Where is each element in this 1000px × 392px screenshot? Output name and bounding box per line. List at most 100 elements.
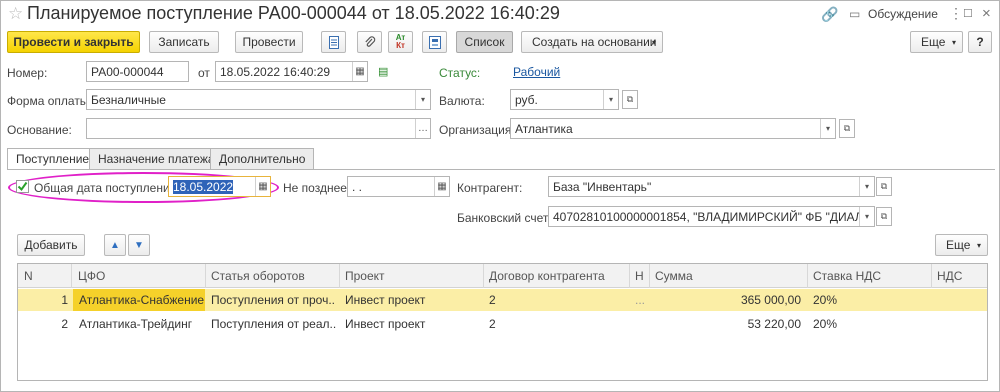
cell-cfo[interactable]: Атлантика-Трейдинг bbox=[79, 317, 192, 331]
chevron-down-icon[interactable]: ▾ bbox=[859, 177, 874, 196]
window-title: Планируемое поступление РА00-000044 от 1… bbox=[27, 3, 560, 23]
tab-additional[interactable]: Дополнительно bbox=[210, 148, 315, 169]
chevron-down-icon[interactable]: ▾ bbox=[820, 119, 835, 138]
tab-payment-purpose[interactable]: Назначение платежа bbox=[89, 148, 224, 169]
currency-label: Валюта: bbox=[439, 94, 485, 108]
cell-contract[interactable]: 2 bbox=[489, 317, 496, 331]
common-date-value: 18.05.2022 bbox=[173, 180, 234, 194]
calendar-icon[interactable]: ▦ bbox=[352, 62, 367, 81]
cell-project[interactable]: Инвест проект bbox=[345, 293, 425, 307]
counterparty-field[interactable]: База "Инвентарь" bbox=[548, 176, 875, 197]
structure-icon[interactable] bbox=[422, 31, 447, 53]
document-window: ☆ Планируемое поступление РА00-000044 от… bbox=[0, 0, 1000, 392]
date-field[interactable]: 18.05.2022 16:40:29 bbox=[215, 61, 368, 82]
more-vertical-icon[interactable]: ⋮ bbox=[949, 5, 963, 22]
col-header-project[interactable]: Проект bbox=[345, 269, 385, 283]
cell-article[interactable]: Поступления от реал... bbox=[211, 317, 336, 331]
table-row[interactable]: 2 Атлантика-Трейдинг Поступления от реал… bbox=[18, 313, 987, 335]
chevron-down-icon[interactable]: ▾ bbox=[415, 90, 430, 109]
dt-kt-icon[interactable]: Ат Кт bbox=[388, 31, 413, 53]
close-icon[interactable]: × bbox=[982, 5, 991, 22]
col-header-article[interactable]: Статья оборотов bbox=[211, 269, 305, 283]
organization-label: Организация: bbox=[439, 123, 515, 137]
common-date-checkbox[interactable] bbox=[16, 180, 29, 193]
attachment-icon[interactable] bbox=[357, 31, 382, 53]
link-icon[interactable]: 🔗 bbox=[821, 6, 838, 23]
counterparty-value: База "Инвентарь" bbox=[553, 180, 652, 194]
move-up-icon[interactable]: ▲ bbox=[104, 234, 126, 256]
tab-panel-border bbox=[7, 169, 995, 170]
bank-account-label: Банковский счет: bbox=[457, 211, 552, 225]
cell-vat-rate[interactable]: 20% bbox=[813, 317, 837, 331]
counterparty-label: Контрагент: bbox=[457, 181, 523, 195]
table-row[interactable]: 1 Атлантика-Снабжение Поступления от про… bbox=[18, 289, 987, 311]
cell-contract[interactable]: 2 bbox=[489, 293, 496, 307]
table-more-button[interactable]: Еще ▾ bbox=[935, 234, 988, 256]
cell-project[interactable]: Инвест проект bbox=[345, 317, 425, 331]
cell-sum[interactable]: 365 000,00 bbox=[655, 293, 801, 307]
open-icon[interactable]: ⧉ bbox=[839, 119, 855, 138]
status-arrow-icon[interactable]: ▤ bbox=[378, 65, 388, 78]
open-icon[interactable]: ⧉ bbox=[622, 90, 638, 109]
cell-article[interactable]: Поступления от проч... bbox=[211, 293, 336, 307]
save-button[interactable]: Записать bbox=[149, 31, 219, 53]
col-header-n[interactable]: N bbox=[24, 269, 33, 283]
discussion-button[interactable]: Обсуждение bbox=[868, 7, 938, 21]
organization-value: Атлантика bbox=[515, 122, 573, 136]
basis-label: Основание: bbox=[7, 123, 72, 137]
favorite-star-icon[interactable]: ☆ bbox=[8, 4, 23, 24]
status-label: Статус: bbox=[439, 66, 481, 80]
payment-form-value: Безналичные bbox=[91, 93, 166, 107]
col-header-h[interactable]: Н bbox=[635, 269, 644, 283]
create-based-on-button[interactable]: Создать на основании ▾ bbox=[521, 31, 663, 53]
col-header-vat-rate[interactable]: Ставка НДС bbox=[813, 269, 881, 283]
col-header-cfo[interactable]: ЦФО bbox=[78, 269, 105, 283]
add-button[interactable]: Добавить bbox=[17, 234, 85, 256]
basis-field[interactable] bbox=[86, 118, 431, 139]
list-button[interactable]: Список bbox=[456, 31, 513, 53]
report-icon[interactable] bbox=[321, 31, 346, 53]
create-based-on-label: Создать на основании bbox=[532, 35, 657, 49]
cell-h[interactable]: ... bbox=[635, 293, 645, 307]
currency-value: руб. bbox=[515, 93, 538, 107]
tab-receipt[interactable]: Поступление bbox=[7, 148, 99, 170]
cell-vat-rate[interactable]: 20% bbox=[813, 293, 837, 307]
cell-n: 1 bbox=[61, 293, 68, 307]
more-label: Еще bbox=[921, 35, 946, 49]
status-link[interactable]: Рабочий bbox=[513, 65, 560, 79]
cell-cfo[interactable]: Атлантика-Снабжение bbox=[79, 293, 204, 307]
number-label: Номер: bbox=[7, 66, 48, 80]
cell-n: 2 bbox=[61, 317, 68, 331]
date-field-value: 18.05.2022 16:40:29 bbox=[220, 65, 331, 79]
bank-account-value: 40702810100000001854, "ВЛАДИМИРСКИЙ" ФБ … bbox=[553, 210, 875, 224]
open-icon[interactable]: ⧉ bbox=[876, 177, 892, 196]
move-down-icon[interactable]: ▼ bbox=[128, 234, 150, 256]
chevron-down-icon[interactable]: ▾ bbox=[603, 90, 618, 109]
chevron-down-icon: ▾ bbox=[976, 240, 981, 250]
post-and-close-button[interactable]: Провести и закрыть bbox=[7, 31, 140, 53]
discussion-icon[interactable]: ▭ bbox=[849, 7, 860, 21]
bank-account-field[interactable]: 40702810100000001854, "ВЛАДИМИРСКИЙ" ФБ … bbox=[548, 206, 875, 227]
payment-form-label: Форма оплаты: bbox=[7, 94, 92, 108]
chevron-down-icon: ▾ bbox=[651, 37, 656, 47]
more-button[interactable]: Еще ▾ bbox=[910, 31, 963, 53]
calendar-icon[interactable]: ▦ bbox=[255, 177, 270, 196]
col-header-vat[interactable]: НДС bbox=[937, 269, 962, 283]
help-button[interactable]: ? bbox=[968, 31, 992, 53]
col-header-contract[interactable]: Договор контрагента bbox=[489, 269, 605, 283]
calendar-icon[interactable]: ▦ bbox=[434, 177, 449, 196]
col-header-sum[interactable]: Сумма bbox=[655, 269, 693, 283]
number-field[interactable]: РА00-000044 bbox=[86, 61, 189, 82]
ellipsis-icon[interactable]: … bbox=[415, 119, 430, 138]
cell-sum[interactable]: 53 220,00 bbox=[655, 317, 801, 331]
chevron-down-icon[interactable]: ▾ bbox=[859, 207, 874, 226]
organization-field[interactable]: Атлантика bbox=[510, 118, 836, 139]
not-later-label: Не позднее: bbox=[283, 181, 351, 195]
receipts-table: N ЦФО Статья оборотов Проект Договор кон… bbox=[17, 263, 988, 381]
maximize-icon[interactable]: ☐ bbox=[963, 7, 973, 20]
table-header: N ЦФО Статья оборотов Проект Договор кон… bbox=[18, 264, 987, 288]
open-icon[interactable]: ⧉ bbox=[876, 207, 892, 226]
payment-form-field[interactable]: Безналичные bbox=[86, 89, 431, 110]
date-from-label: от bbox=[198, 66, 210, 80]
post-button[interactable]: Провести bbox=[235, 31, 303, 53]
